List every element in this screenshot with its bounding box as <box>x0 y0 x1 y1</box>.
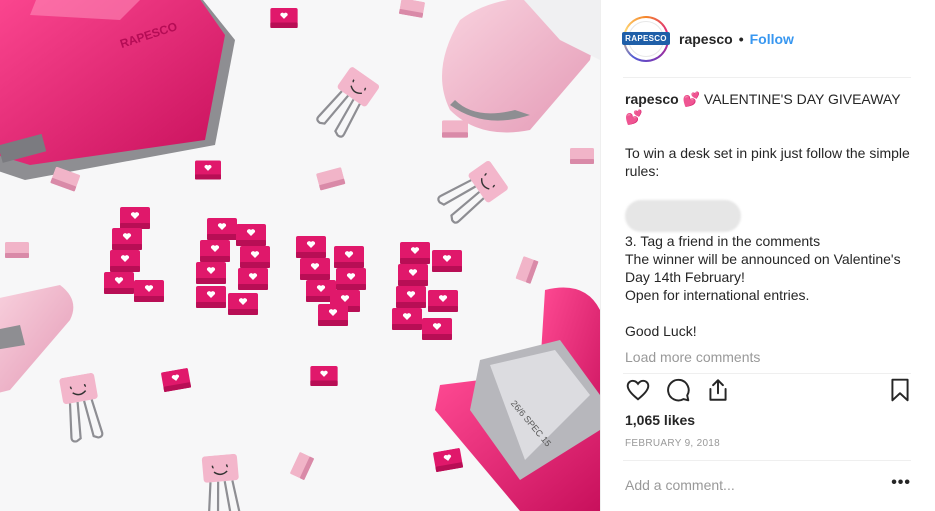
avatar[interactable]: RAPESCO <box>622 15 670 62</box>
post-side-panel: RAPESCO rapesco • Follow rapesco 💕 VALEN… <box>600 0 935 511</box>
bookmark-icon[interactable] <box>887 377 913 403</box>
caption-title: VALENTINE'S DAY GIVEAWAY <box>703 91 901 107</box>
caption: rapesco 💕 VALENTINE'S DAY GIVEAWAY 💕 To … <box>625 90 915 340</box>
caption-username[interactable]: rapesco <box>625 91 679 107</box>
caption-heart-emoji-1: 💕 <box>682 91 701 107</box>
post-date[interactable]: FEBRUARY 9, 2018 <box>625 438 720 449</box>
caption-closing: Good Luck! <box>625 323 697 339</box>
share-icon[interactable] <box>705 377 731 403</box>
follow-button[interactable]: Follow <box>750 31 794 47</box>
comment-icon[interactable] <box>665 377 691 403</box>
post-photo[interactable]: RAPESCO 26/6 SPEC 15 <box>0 0 600 511</box>
header-divider <box>623 77 911 78</box>
header-username[interactable]: rapesco <box>679 31 733 47</box>
comment-divider <box>623 460 911 461</box>
likes-count[interactable]: 1,065 likes <box>625 412 695 428</box>
caption-heart-emoji-2: 💕 <box>625 109 643 125</box>
header-separator: • <box>738 30 744 47</box>
caption-line: Open for international entries. <box>625 287 810 303</box>
photo-artwork: RAPESCO 26/6 SPEC 15 <box>0 0 600 511</box>
comment-input[interactable] <box>625 474 865 496</box>
avatar-inner: RAPESCO <box>622 17 670 60</box>
caption-line: 3. Tag a friend in the comments <box>625 233 821 249</box>
avatar-logo: RAPESCO <box>622 20 670 57</box>
caption-title-line: rapesco 💕 VALENTINE'S DAY GIVEAWAY 💕 <box>625 90 915 126</box>
caption-paragraph: To win a desk set in pink just follow th… <box>625 145 910 179</box>
caption-line: The winner will be announced on Valentin… <box>625 251 901 285</box>
action-bar <box>623 375 913 405</box>
redacted-content <box>625 200 741 232</box>
avatar-badge: RAPESCO <box>622 32 670 45</box>
post-header: RAPESCO rapesco • Follow <box>601 0 935 77</box>
more-options-button[interactable]: ••• <box>891 474 911 492</box>
actions-divider <box>623 373 911 374</box>
heart-icon[interactable] <box>625 377 651 403</box>
caption-rules: 3. Tag a friend in the comments The winn… <box>625 232 915 304</box>
load-more-comments-button[interactable]: Load more comments <box>625 349 760 365</box>
